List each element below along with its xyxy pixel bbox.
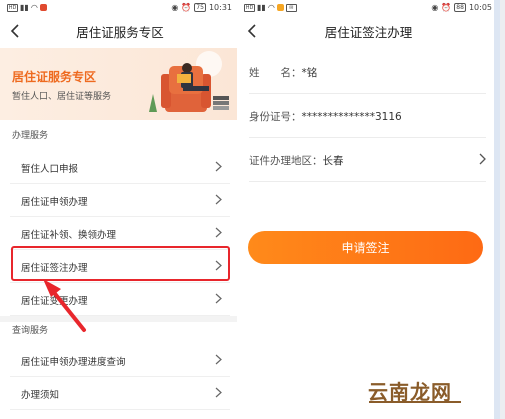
alarm-icon: ⏰ bbox=[181, 3, 192, 12]
person-reading-illustration bbox=[149, 51, 229, 112]
nav-bar: 居住证服务专区 bbox=[0, 14, 240, 48]
name-value: *铭 bbox=[301, 67, 318, 79]
list-item-temporary-resident[interactable]: 暂住人口申报 bbox=[10, 151, 230, 184]
signal-icon: ▮▮ bbox=[257, 3, 266, 12]
wifi-icon: ◠ bbox=[267, 3, 275, 12]
list-item-label: 办理须知 bbox=[21, 390, 60, 401]
id-number-label: 身份证号： bbox=[249, 111, 302, 123]
screen-edge bbox=[494, 0, 500, 419]
sim-icon: HD bbox=[7, 3, 18, 12]
list-item-permit-application[interactable]: 居住证申领办理 bbox=[10, 184, 230, 217]
wifi-icon: ◠ bbox=[30, 3, 38, 12]
app-notification-icon bbox=[276, 4, 284, 11]
battery-icon: 88 bbox=[454, 3, 466, 12]
status-bar: HD ▮▮ ◠ ✉ ◉ ⏰ 88 10:05 bbox=[237, 0, 500, 14]
sim-icon: HD bbox=[244, 3, 255, 12]
chevron-right-icon bbox=[215, 293, 222, 304]
battery-icon: 75 bbox=[194, 3, 206, 12]
section-label-query: 查询服务 bbox=[12, 326, 49, 336]
region-label: 证件办理地区： bbox=[249, 155, 323, 167]
nav-bar: 居住证签注办理 bbox=[237, 14, 500, 48]
name-field: 姓 名：*铭 bbox=[249, 50, 486, 94]
page-title: 居住证签注办理 bbox=[324, 25, 413, 40]
region-value: 长春 bbox=[322, 155, 344, 167]
message-icon: ✉ bbox=[285, 3, 297, 12]
list-item-label: 暂住人口申报 bbox=[21, 164, 79, 175]
eye-icon: ◉ bbox=[171, 3, 179, 12]
chevron-right-icon bbox=[215, 161, 222, 172]
status-time: 10:31 bbox=[208, 3, 232, 12]
status-left-icons: HD ▮▮ ◠ bbox=[7, 3, 47, 12]
region-field[interactable]: 证件办理地区：长春 bbox=[249, 138, 486, 182]
chevron-right-icon bbox=[479, 153, 486, 165]
status-bar: HD ▮▮ ◠ ◉ ⏰ 75 10:31 bbox=[0, 0, 240, 14]
chevron-right-icon bbox=[215, 354, 222, 365]
list-item-progress-query[interactable]: 居住证申领办理进度查询 bbox=[10, 344, 230, 377]
list-item-label: 居住证补领、换领办理 bbox=[21, 230, 117, 241]
name-label: 姓 名： bbox=[249, 67, 302, 79]
id-number-field: 身份证号：**************3116 bbox=[249, 94, 486, 138]
id-number-value: **************3116 bbox=[301, 111, 402, 123]
chevron-right-icon bbox=[215, 387, 222, 398]
watermark-underline bbox=[369, 401, 461, 403]
left-screen: HD ▮▮ ◠ ◉ ⏰ 75 10:31 居住证服务专区 居住证服务专区 暂住人… bbox=[0, 0, 240, 419]
list-item-label: 居住证变更办理 bbox=[21, 296, 88, 307]
page-title: 居住证服务专区 bbox=[76, 25, 164, 40]
app-notification-icon bbox=[39, 4, 47, 11]
banner-subtitle: 暂住人口、居住证等服务 bbox=[12, 92, 112, 102]
list-item-guidelines[interactable]: 办理须知 bbox=[10, 377, 230, 410]
status-right-icons: ◉ ⏰ 75 10:31 bbox=[171, 3, 232, 12]
banner-title: 居住证服务专区 bbox=[12, 70, 97, 84]
apply-endorsement-button[interactable]: 申请签注 bbox=[248, 231, 483, 264]
right-screen: HD ▮▮ ◠ ✉ ◉ ⏰ 88 10:05 居住证签注办理 姓 名：*铭 身份… bbox=[237, 0, 500, 419]
list-item-label: 居住证申领办理 bbox=[21, 197, 88, 208]
chevron-right-icon bbox=[215, 227, 222, 238]
status-left-icons: HD ▮▮ ◠ ✉ bbox=[244, 3, 297, 12]
alarm-icon: ⏰ bbox=[441, 3, 452, 12]
section-divider bbox=[0, 316, 240, 322]
highlight-annotation-box bbox=[11, 246, 230, 281]
list-item-permit-change[interactable]: 居住证变更办理 bbox=[10, 283, 230, 316]
list-item-label: 居住证申领办理进度查询 bbox=[21, 357, 126, 368]
status-right-icons: ◉ ⏰ 88 10:05 bbox=[431, 3, 492, 12]
chevron-right-icon bbox=[215, 194, 222, 205]
eye-icon: ◉ bbox=[431, 3, 439, 12]
signal-icon: ▮▮ bbox=[20, 3, 29, 12]
section-label-services: 办理服务 bbox=[12, 131, 49, 141]
service-banner: 居住证服务专区 暂住人口、居住证等服务 bbox=[0, 48, 240, 120]
status-time: 10:05 bbox=[468, 3, 492, 12]
